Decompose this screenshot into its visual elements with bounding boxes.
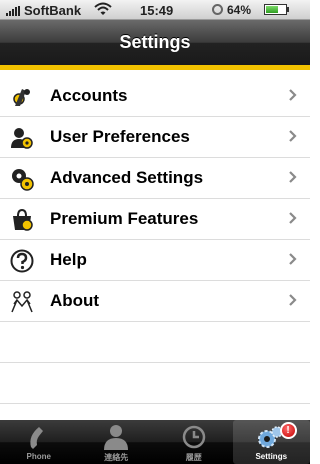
list-item-label: Accounts: [50, 86, 128, 105]
chevron-right-icon: [289, 212, 297, 224]
user-preferences-icon: [11, 128, 33, 149]
help-icon: [10, 249, 34, 273]
list-item-accounts[interactable]: Accounts: [0, 76, 310, 117]
accounts-icon: [13, 89, 30, 106]
tab-bar: Phone 連絡先 履歴 ! Settings: [0, 420, 310, 464]
battery-icon: [264, 4, 287, 15]
tab-label: Settings: [255, 452, 288, 461]
list-item-label: Premium Features: [50, 209, 199, 228]
tab-label: Phone: [26, 452, 51, 461]
tab-history[interactable]: 履歴: [155, 420, 233, 464]
empty-row: [0, 322, 310, 363]
contacts-icon: [104, 425, 129, 450]
list-item-user-preferences[interactable]: User Preferences: [0, 117, 310, 158]
page-title: Settings: [119, 32, 191, 52]
signal-strength-icon: [6, 6, 22, 16]
about-icon: [11, 291, 33, 313]
list-item-label: Help: [50, 250, 87, 269]
chevron-right-icon: [289, 294, 297, 306]
phone-icon: [30, 427, 43, 449]
list-item-about[interactable]: About: [0, 281, 310, 322]
chevron-right-icon: [289, 89, 297, 101]
wifi-icon: [94, 2, 112, 15]
tab-settings[interactable]: ! Settings: [232, 420, 310, 464]
notification-badge: !: [279, 422, 297, 439]
battery-percent: 64%: [227, 3, 252, 17]
status-bar: SoftBank 15:49 64%: [0, 0, 310, 20]
list-item-label: User Preferences: [50, 127, 190, 146]
battery-tip: [287, 7, 289, 12]
navigation-bar: Settings: [0, 20, 310, 70]
chevron-right-icon: [289, 253, 297, 265]
chevron-right-icon: [289, 130, 297, 142]
empty-row: [0, 363, 310, 404]
list-item-label: About: [50, 291, 100, 310]
settings-list: Accounts User Preferences Advanced Setti…: [0, 76, 310, 404]
tab-contacts[interactable]: 連絡先: [78, 420, 156, 464]
alarm-icon: [212, 4, 223, 15]
premium-features-icon: [13, 208, 33, 231]
tab-phone[interactable]: Phone: [0, 420, 78, 464]
carrier-name: SoftBank: [24, 3, 82, 18]
advanced-settings-icon: [12, 169, 34, 191]
list-item-advanced-settings[interactable]: Advanced Settings: [0, 158, 310, 199]
battery-level-fill: [266, 6, 279, 13]
list-item-premium-features[interactable]: Premium Features: [0, 199, 310, 240]
tab-label: 連絡先: [104, 453, 129, 462]
tab-label: 履歴: [185, 453, 202, 462]
list-item-help[interactable]: Help: [0, 240, 310, 281]
status-time: 15:49: [140, 3, 174, 18]
chevron-right-icon: [289, 171, 297, 183]
list-item-label: Advanced Settings: [50, 168, 204, 187]
history-clock-icon: [182, 425, 205, 449]
